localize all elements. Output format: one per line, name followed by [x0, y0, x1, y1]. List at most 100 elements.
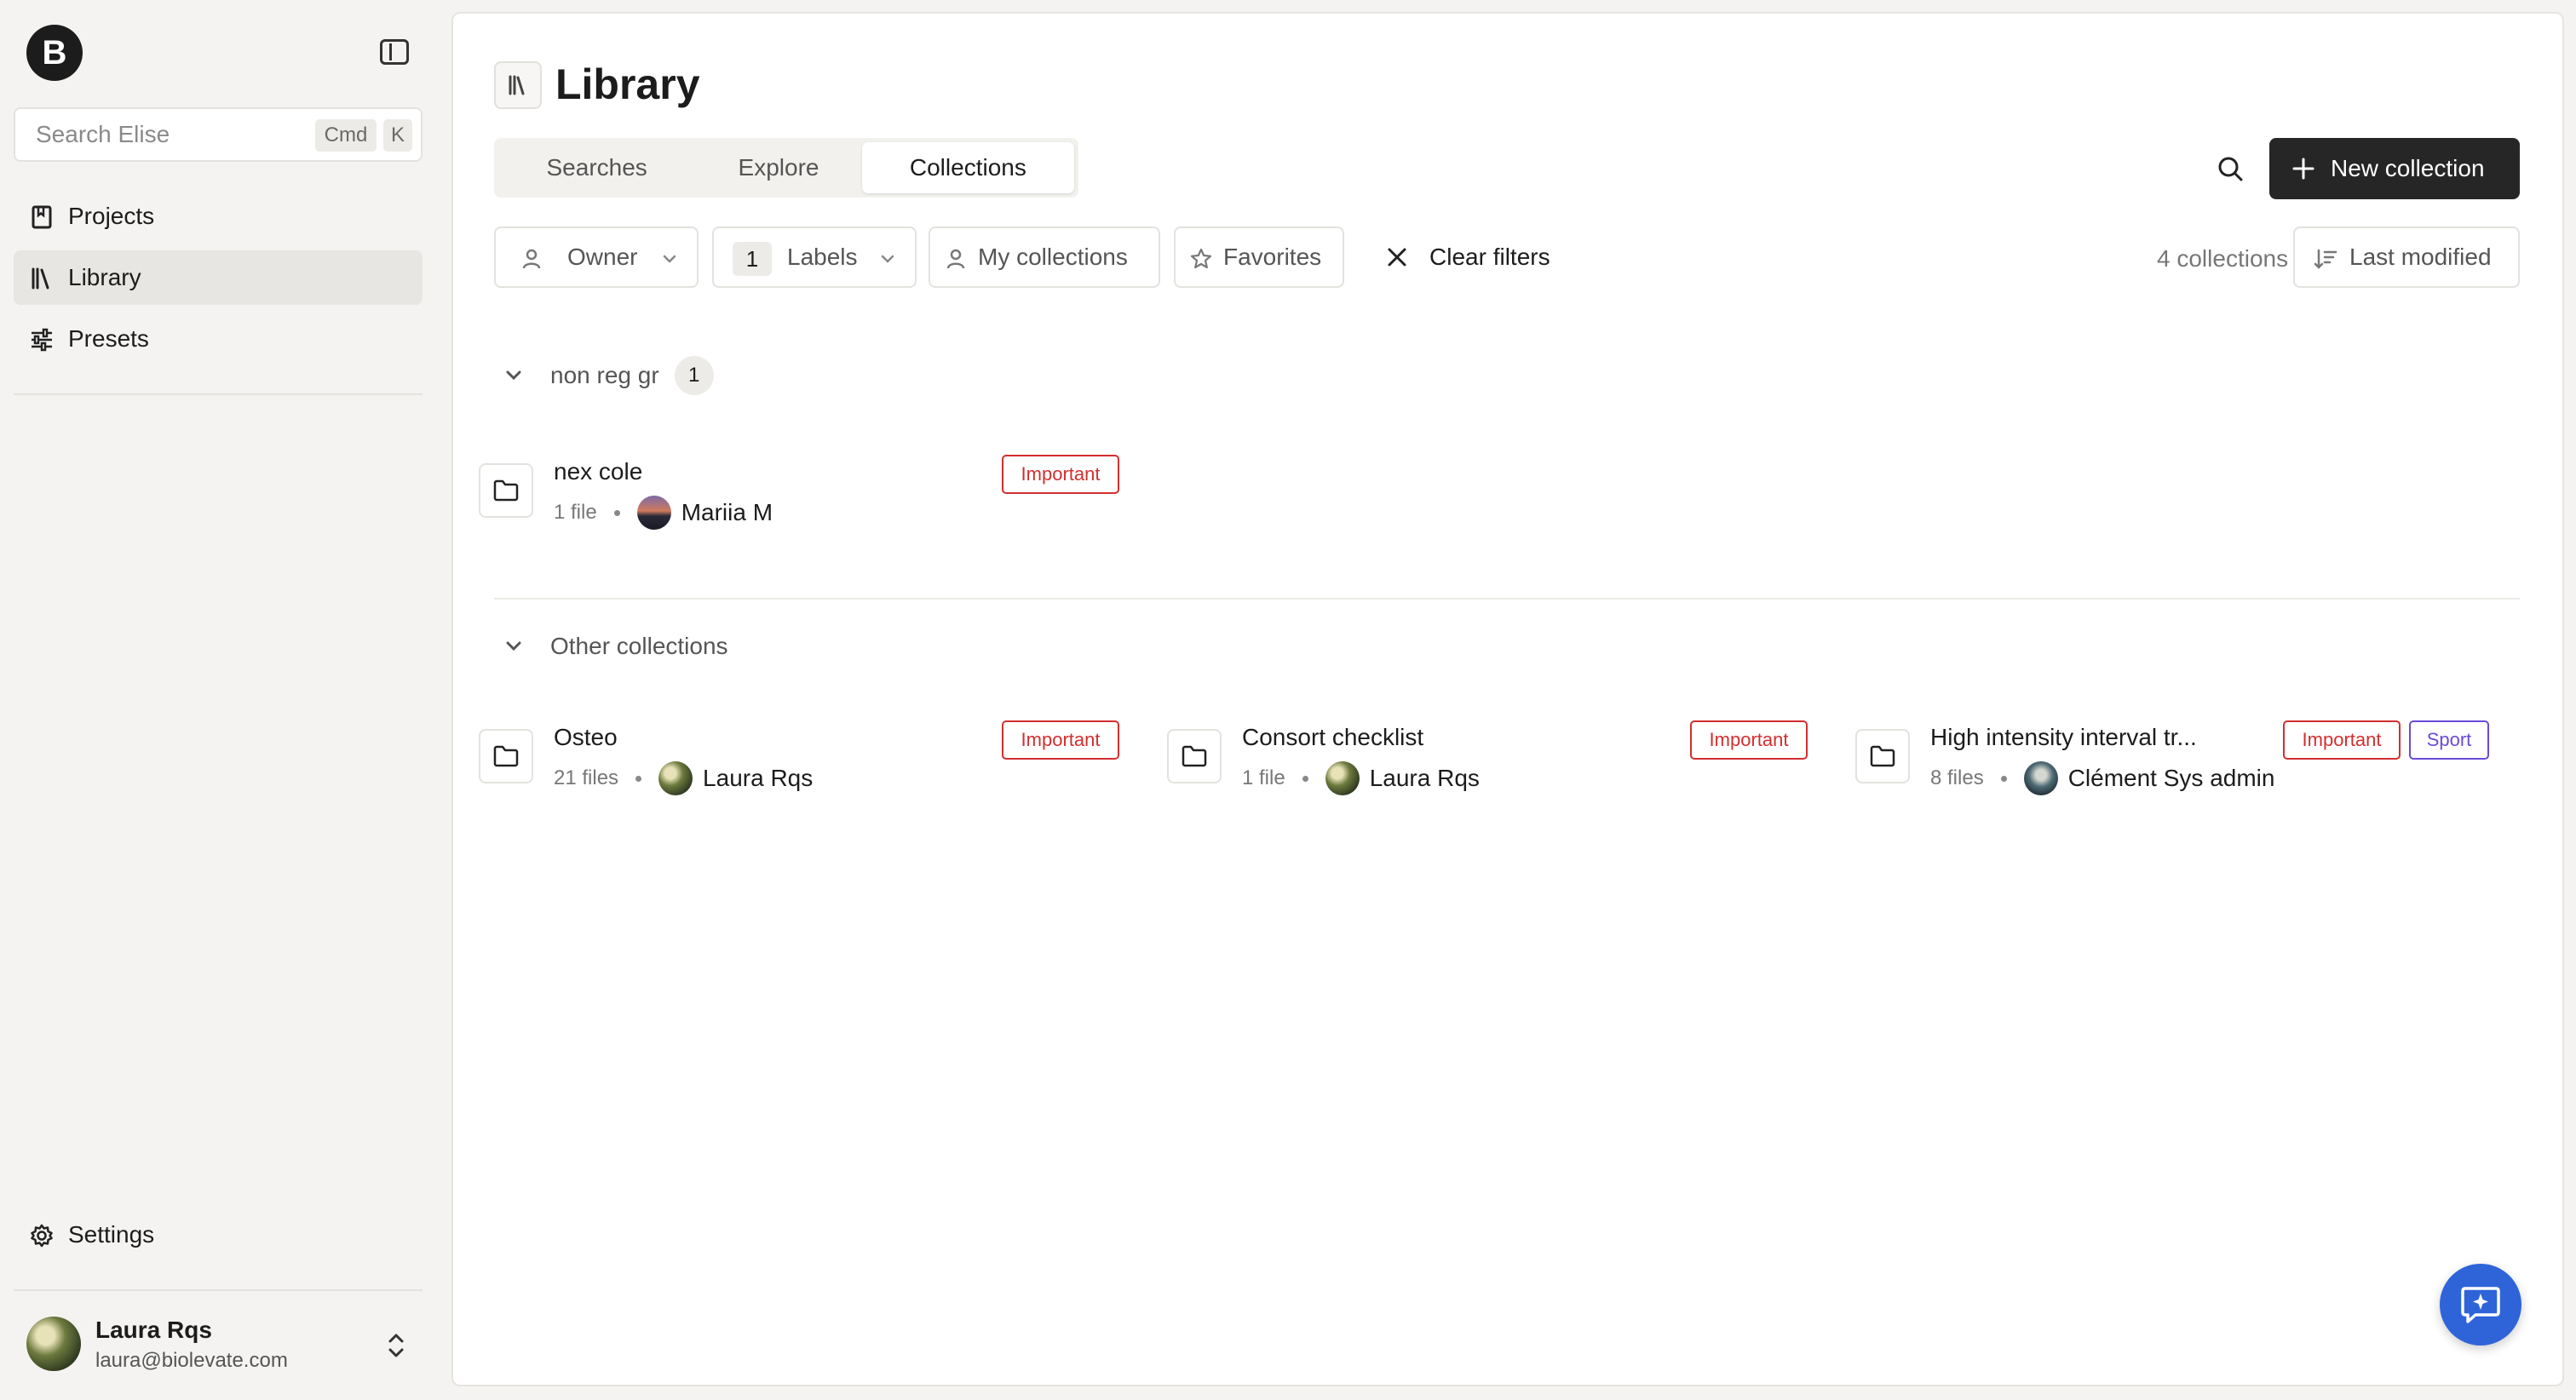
- user-name: Laura Rqs: [95, 1317, 212, 1343]
- star-icon: [1190, 248, 1212, 269]
- collection-title: nex cole: [554, 458, 643, 485]
- owner-filter[interactable]: Owner: [494, 227, 699, 288]
- library-books-icon: [494, 61, 542, 109]
- collection-title: High intensity interval tr...: [1930, 724, 2197, 750]
- chevron-down-icon: [506, 641, 521, 651]
- tab-collections[interactable]: Collections: [861, 142, 1074, 193]
- tab-explore[interactable]: Explore: [695, 142, 861, 193]
- bookmark-book-icon: [29, 204, 55, 230]
- chevron-up-down-icon[interactable]: [383, 1330, 409, 1361]
- chat-sparkle-icon: [2461, 1287, 2500, 1323]
- tag-important: Important: [1002, 720, 1119, 760]
- sidebar-item-label: Library: [68, 264, 141, 290]
- sidebar-item-projects[interactable]: Projects: [14, 189, 423, 244]
- chevron-down-icon: [663, 255, 676, 263]
- group-header-non-reg-gr[interactable]: non reg gr 1: [501, 354, 714, 397]
- main-panel: Library Searches Explore Collections New…: [451, 12, 2564, 1386]
- tag-important: Important: [1690, 720, 1808, 760]
- new-collection-button[interactable]: New collection: [2269, 138, 2520, 199]
- sidebar-divider: [14, 393, 423, 395]
- separator-dot: [613, 509, 620, 516]
- sliders-icon: [29, 327, 55, 353]
- assistant-chat-button[interactable]: [2440, 1264, 2521, 1345]
- avatar: [636, 496, 671, 530]
- sidebar: B Search Elise Cmd K Projects Library Pr…: [0, 0, 450, 1400]
- collection-meta: 1 file Laura Rqs: [1242, 761, 1480, 795]
- owner-filter-label: Owner: [567, 244, 638, 270]
- group-count: 1: [674, 356, 714, 395]
- collection-card[interactable]: Osteo 21 files Laura Rqs Important: [453, 715, 1119, 797]
- avatar: [2023, 761, 2058, 795]
- group-header-other-collections[interactable]: Other collections: [501, 625, 728, 668]
- sort-label: Last modified: [2349, 244, 2492, 270]
- app-logo[interactable]: B: [26, 25, 83, 81]
- folder-icon: [1855, 729, 1910, 783]
- file-count: 1 file: [1242, 766, 1285, 789]
- avatar: [26, 1317, 81, 1371]
- group-name: non reg gr: [550, 362, 659, 388]
- sidebar-item-label: Presets: [68, 325, 149, 352]
- sidebar-item-presets[interactable]: Presets: [14, 312, 423, 366]
- group-divider: [494, 598, 2520, 600]
- sidebar-toggle-icon[interactable]: [380, 39, 409, 65]
- clear-filters-button[interactable]: Clear filters: [1385, 227, 1550, 288]
- labels-filter[interactable]: 1 Labels: [712, 227, 917, 288]
- separator-dot: [1302, 775, 1308, 782]
- search-icon[interactable]: [2215, 153, 2245, 184]
- user-icon: [522, 249, 541, 269]
- file-count: 8 files: [1930, 766, 1984, 789]
- collection-meta: 1 file Mariia M: [554, 496, 773, 530]
- folder-icon: [479, 729, 533, 783]
- owner-name: Laura Rqs: [1369, 765, 1480, 791]
- labels-count-badge: 1: [733, 242, 772, 276]
- file-count: 21 files: [554, 766, 619, 789]
- shortcut-cmd: Cmd: [315, 119, 377, 152]
- user-menu[interactable]: Laura Rqs laura@biolevate.com: [14, 1311, 423, 1380]
- avatar: [1325, 761, 1360, 795]
- collection-title: Consort checklist: [1242, 724, 1424, 750]
- chevron-down-icon: [881, 255, 894, 263]
- sidebar-item-label: Projects: [68, 203, 155, 229]
- chevron-down-icon: [506, 370, 521, 381]
- collection-card[interactable]: Consort checklist 1 file Laura Rqs Impor…: [1141, 715, 1808, 797]
- owner-name: Laura Rqs: [703, 765, 814, 791]
- collections-count: 4 collections: [2157, 245, 2289, 272]
- page-title: Library: [555, 60, 700, 108]
- view-tabs: Searches Explore Collections: [494, 138, 1078, 198]
- search-input[interactable]: Search Elise Cmd K: [14, 107, 423, 162]
- avatar: [658, 761, 693, 795]
- collection-card[interactable]: High intensity interval tr... 8 files Cl…: [1830, 715, 2489, 797]
- user-email: laura@biolevate.com: [95, 1349, 288, 1372]
- owner-name: Mariia M: [681, 499, 773, 525]
- my-collections-filter[interactable]: My collections: [929, 227, 1160, 288]
- group-name: Other collections: [550, 633, 728, 659]
- favorites-filter[interactable]: Favorites: [1174, 227, 1344, 288]
- sidebar-divider: [14, 1289, 423, 1291]
- clear-filters-label: Clear filters: [1429, 244, 1550, 270]
- tag-important: Important: [2283, 720, 2401, 760]
- tag-sport: Sport: [2409, 720, 2489, 760]
- new-collection-label: New collection: [2331, 155, 2485, 181]
- sidebar-item-library[interactable]: Library: [14, 250, 423, 305]
- user-icon: [946, 249, 965, 269]
- file-count: 1 file: [554, 501, 597, 524]
- collection-meta: 8 files Clément Sys admin: [1930, 761, 2274, 795]
- owner-name: Clément Sys admin: [2067, 765, 2275, 791]
- tab-searches[interactable]: Searches: [498, 142, 695, 193]
- sort-icon: [2314, 249, 2337, 269]
- folder-icon: [479, 463, 533, 518]
- plus-icon: [2292, 158, 2314, 180]
- shortcut-k: K: [383, 119, 412, 152]
- folder-icon: [1167, 729, 1222, 783]
- sidebar-item-settings[interactable]: Settings: [14, 1208, 423, 1262]
- separator-dot: [2000, 775, 2007, 782]
- my-collections-label: My collections: [978, 244, 1128, 270]
- separator-dot: [635, 775, 642, 782]
- favorites-label: Favorites: [1223, 244, 1322, 270]
- collection-meta: 21 files Laura Rqs: [554, 761, 813, 795]
- sort-button[interactable]: Last modified: [2293, 227, 2520, 288]
- tag-important: Important: [1002, 455, 1119, 494]
- close-icon: [1388, 248, 1406, 267]
- collection-card[interactable]: nex cole 1 file Mariia M Important: [453, 450, 1119, 531]
- collection-title: Osteo: [554, 724, 618, 750]
